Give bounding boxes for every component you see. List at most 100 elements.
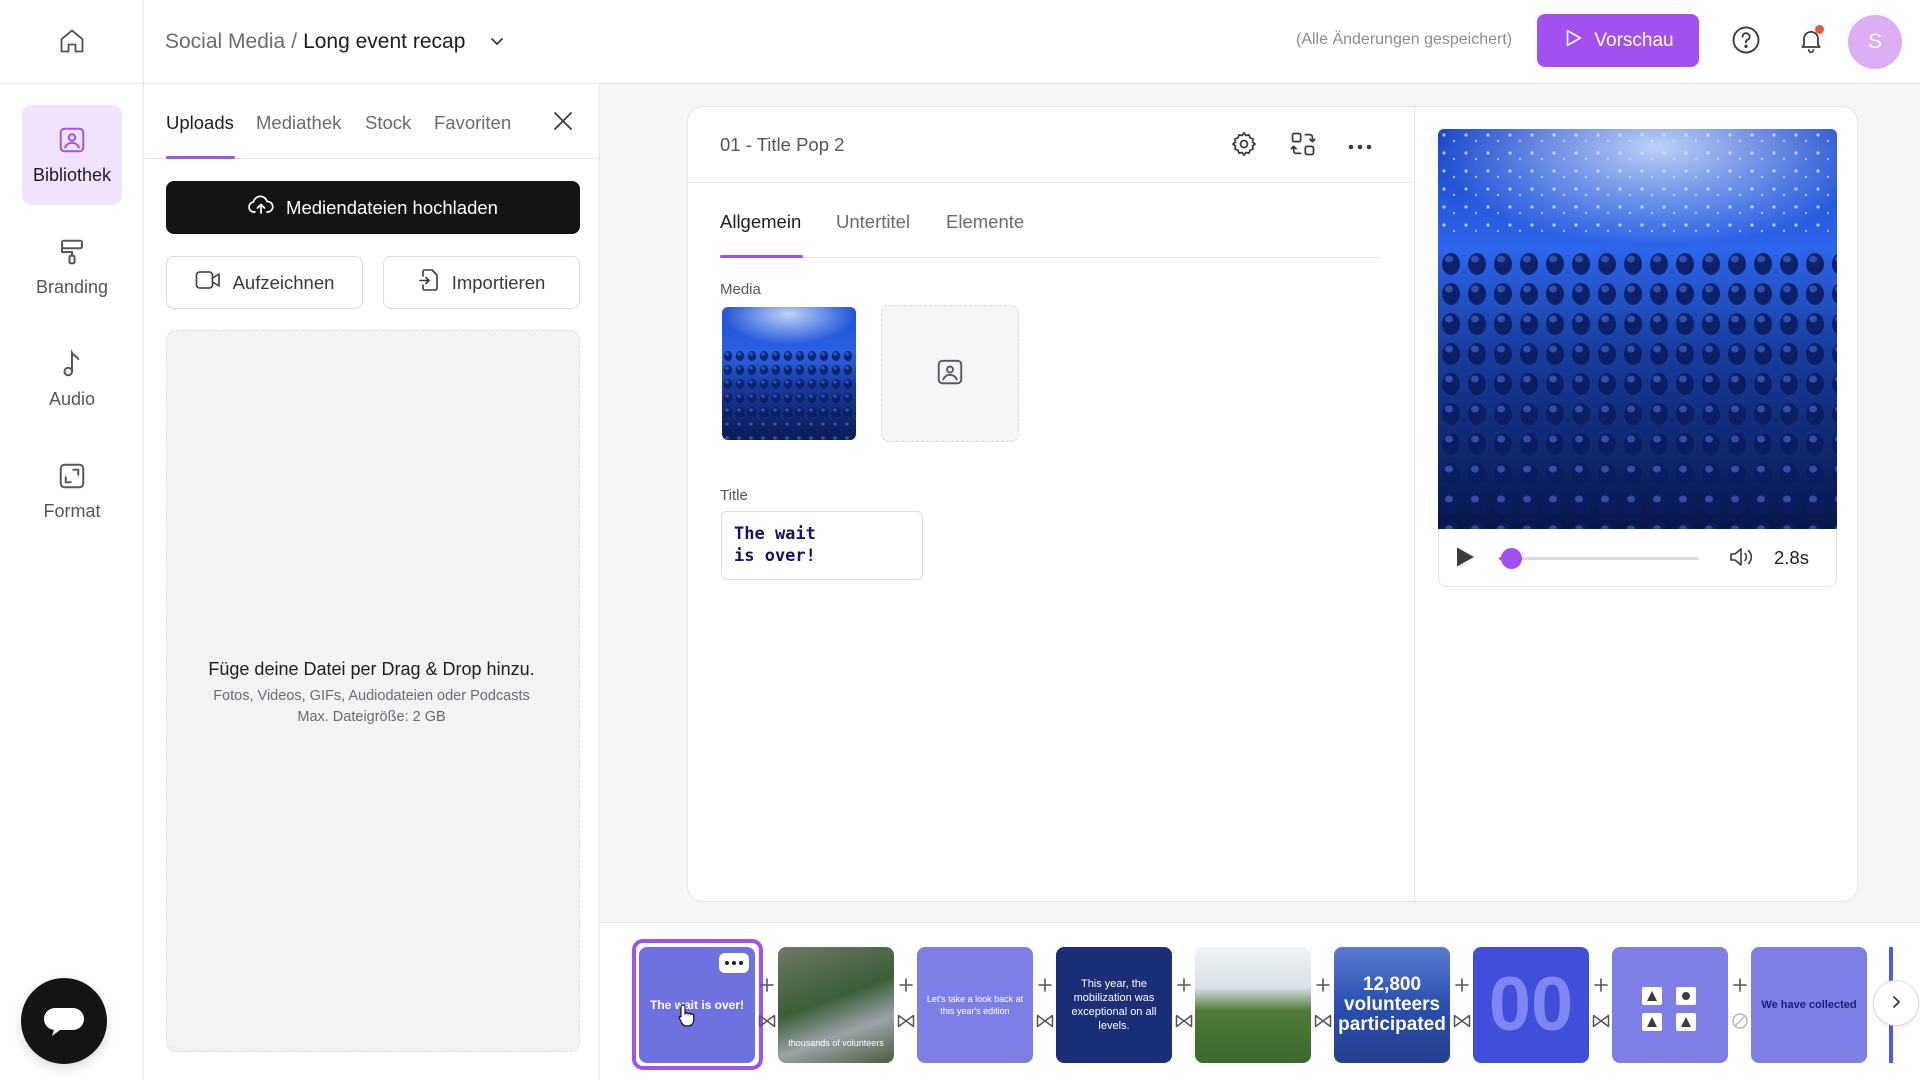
clip-gap-controls: [1034, 974, 1056, 1032]
transition-icon[interactable]: [1590, 1010, 1612, 1032]
nav-item-branding[interactable]: Branding: [22, 217, 122, 317]
dropzone-subtitle: Fotos, Videos, GIFs, Audiodateien oder P…: [213, 688, 530, 704]
breadcrumb-separator: /: [291, 30, 298, 53]
clip-menu-button[interactable]: [719, 953, 749, 973]
clip-gap-controls: [1312, 974, 1334, 1032]
timeline-clip-1[interactable]: The wait is over!: [639, 947, 755, 1063]
timeline-clip-8[interactable]: [1612, 947, 1728, 1063]
preview-label: Vorschau: [1594, 29, 1674, 51]
add-scene-icon[interactable]: [1451, 974, 1473, 996]
media-thumbnail[interactable]: [722, 307, 856, 440]
timeline-clip-3[interactable]: Let's take a look back at this year's ed…: [917, 947, 1033, 1063]
close-panel-button[interactable]: [549, 108, 577, 136]
video-camera-icon: [195, 270, 221, 295]
gear-icon: [1230, 130, 1258, 161]
play-outline-icon: [1562, 27, 1584, 55]
swap-template-button[interactable]: [1287, 129, 1319, 161]
timeline-clip-9[interactable]: We have collected: [1751, 947, 1867, 1063]
add-scene-icon[interactable]: [756, 974, 778, 996]
video-preview[interactable]: [1438, 129, 1837, 529]
clip-gap-controls: [895, 974, 917, 1032]
scene-editor: 01 - Title Pop 2 Allgemein Untertitel El…: [687, 106, 1858, 903]
scrubber-handle[interactable]: [1501, 548, 1522, 569]
timeline-clip-5[interactable]: [1195, 947, 1311, 1063]
transition-icon[interactable]: [895, 1010, 917, 1032]
add-scene-icon[interactable]: [1312, 974, 1334, 996]
preview-button[interactable]: Vorschau: [1537, 14, 1699, 67]
timeline-clip-4[interactable]: This year, the mobilization was exceptio…: [1056, 947, 1172, 1063]
help-button[interactable]: [1730, 23, 1762, 59]
add-scene-icon[interactable]: [1173, 974, 1195, 996]
nav-label: Bibliothek: [32, 164, 112, 185]
nav-label: Format: [43, 500, 101, 521]
tab-elemente[interactable]: Elemente: [946, 211, 1024, 233]
add-scene-icon[interactable]: [895, 974, 917, 996]
notifications-button[interactable]: [1795, 23, 1827, 59]
project-menu-button[interactable]: [489, 33, 505, 52]
scene-settings-button[interactable]: [1228, 129, 1260, 161]
add-scene-icon[interactable]: [1590, 974, 1612, 996]
scrubber-track[interactable]: [1499, 557, 1699, 560]
volume-icon: [1729, 546, 1755, 571]
clip-caption: 00: [1488, 962, 1574, 1047]
transition-icon[interactable]: [1312, 1010, 1334, 1032]
no-transition-icon[interactable]: [1729, 1010, 1751, 1032]
timeline-clip-6[interactable]: 12,800 volunteers participated: [1334, 947, 1450, 1063]
transition-icon[interactable]: [1451, 1010, 1473, 1032]
transition-icon[interactable]: [756, 1010, 778, 1032]
transition-icon[interactable]: [1034, 1010, 1056, 1032]
notification-badge: [1815, 25, 1824, 34]
more-options-button[interactable]: [1344, 129, 1376, 161]
record-label: Aufzeichnen: [232, 271, 335, 293]
timeline-clip-7[interactable]: 00: [1473, 947, 1589, 1063]
nav-label: Branding: [35, 276, 109, 297]
volume-button[interactable]: [1729, 545, 1755, 571]
tab-untertitel[interactable]: Untertitel: [836, 211, 910, 233]
play-button[interactable]: [1453, 546, 1477, 570]
nav-item-format[interactable]: Format: [22, 441, 122, 541]
add-media-slot[interactable]: [881, 305, 1019, 442]
clip-caption: Let's take a look back at this year's ed…: [926, 994, 1024, 1016]
media-label: Media: [720, 281, 761, 298]
title-label: Title: [720, 487, 748, 504]
breadcrumb-parent[interactable]: Social Media: [165, 30, 285, 54]
clip-caption: thousands of volunteers: [788, 1038, 884, 1048]
tab-favoriten[interactable]: Favoriten: [434, 112, 511, 134]
project-title[interactable]: Long event recap: [303, 30, 465, 54]
active-tab-indicator: [720, 255, 803, 258]
close-icon: [552, 110, 574, 135]
help-circle-icon: [1731, 25, 1761, 58]
tab-mediathek[interactable]: Mediathek: [256, 112, 341, 134]
upload-media-button[interactable]: Mediendateien hochladen: [166, 181, 580, 234]
home-button[interactable]: [0, 0, 144, 84]
add-scene-icon[interactable]: [1034, 974, 1056, 996]
clip-caption: [1612, 947, 1728, 1063]
image-icon: [57, 125, 87, 155]
clip-caption: 12,800 volunteers participated: [1338, 974, 1446, 1035]
clip-gap-controls: [1729, 974, 1751, 1032]
top-bar: Social Media / Long event recap (Alle Än…: [0, 0, 1920, 84]
timeline-clip-2[interactable]: thousands of volunteers: [778, 947, 894, 1063]
timeline-next-button[interactable]: [1873, 980, 1919, 1026]
tab-stock[interactable]: Stock: [365, 112, 411, 134]
tab-uploads[interactable]: Uploads: [166, 112, 234, 134]
record-button[interactable]: Aufzeichnen: [166, 256, 363, 309]
nav-item-audio[interactable]: Audio: [22, 329, 122, 429]
title-field[interactable]: The wait is over!: [721, 511, 923, 580]
transition-icon[interactable]: [1173, 1010, 1195, 1032]
resize-icon: [57, 461, 87, 491]
nav-item-bibliothek[interactable]: Bibliothek: [22, 105, 122, 205]
clip-gap-controls: [1173, 974, 1195, 1032]
avatar[interactable]: S: [1848, 15, 1902, 69]
import-label: Importieren: [451, 271, 546, 293]
active-tab-indicator: [166, 156, 235, 159]
tab-allgemein[interactable]: Allgemein: [720, 211, 801, 233]
clip-gap-controls: [1590, 974, 1612, 1032]
add-scene-icon[interactable]: [1729, 974, 1751, 996]
import-button[interactable]: Importieren: [383, 256, 580, 309]
add-image-icon: [935, 357, 965, 390]
chat-button[interactable]: [21, 978, 107, 1064]
clip-gap-controls: [1451, 974, 1473, 1032]
clip-caption: This year, the mobilization was exceptio…: [1071, 978, 1157, 1032]
clip-gap-controls: [756, 974, 778, 1032]
